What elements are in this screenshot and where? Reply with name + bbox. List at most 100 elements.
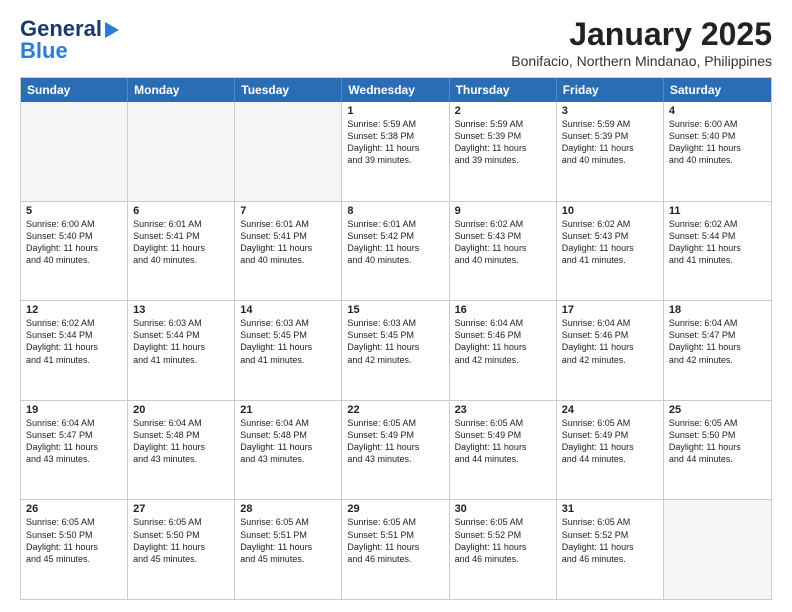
header: General Blue January 2025 Bonifacio, Nor… [20,16,772,69]
calendar-cell-18: 18Sunrise: 6:04 AM Sunset: 5:47 PM Dayli… [664,301,771,400]
day-number: 4 [669,105,766,117]
cell-info: Sunrise: 5:59 AM Sunset: 5:38 PM Dayligh… [347,118,443,167]
day-number: 9 [455,205,551,217]
calendar-cell-28: 28Sunrise: 6:05 AM Sunset: 5:51 PM Dayli… [235,500,342,599]
day-number: 3 [562,105,658,117]
day-number: 13 [133,304,229,316]
cell-info: Sunrise: 6:02 AM Sunset: 5:43 PM Dayligh… [562,218,658,267]
calendar-cell-30: 30Sunrise: 6:05 AM Sunset: 5:52 PM Dayli… [450,500,557,599]
day-number: 27 [133,503,229,515]
calendar-cell-22: 22Sunrise: 6:05 AM Sunset: 5:49 PM Dayli… [342,401,449,500]
calendar-cell-24: 24Sunrise: 6:05 AM Sunset: 5:49 PM Dayli… [557,401,664,500]
header-day-sunday: Sunday [21,78,128,102]
cell-info: Sunrise: 5:59 AM Sunset: 5:39 PM Dayligh… [562,118,658,167]
calendar-cell-10: 10Sunrise: 6:02 AM Sunset: 5:43 PM Dayli… [557,202,664,301]
calendar-cell-14: 14Sunrise: 6:03 AM Sunset: 5:45 PM Dayli… [235,301,342,400]
calendar-cell-11: 11Sunrise: 6:02 AM Sunset: 5:44 PM Dayli… [664,202,771,301]
calendar-body: 1Sunrise: 5:59 AM Sunset: 5:38 PM Daylig… [21,102,771,599]
calendar-cell-31: 31Sunrise: 6:05 AM Sunset: 5:52 PM Dayli… [557,500,664,599]
page: General Blue January 2025 Bonifacio, Nor… [0,0,792,612]
cell-info: Sunrise: 6:02 AM Sunset: 5:43 PM Dayligh… [455,218,551,267]
day-number: 14 [240,304,336,316]
calendar-cell-16: 16Sunrise: 6:04 AM Sunset: 5:46 PM Dayli… [450,301,557,400]
day-number: 31 [562,503,658,515]
cell-info: Sunrise: 6:05 AM Sunset: 5:49 PM Dayligh… [455,417,551,466]
logo-blue: Blue [20,38,68,64]
subtitle: Bonifacio, Northern Mindanao, Philippine… [511,53,772,69]
cell-info: Sunrise: 6:03 AM Sunset: 5:45 PM Dayligh… [240,317,336,366]
day-number: 19 [26,404,122,416]
cell-info: Sunrise: 6:04 AM Sunset: 5:46 PM Dayligh… [455,317,551,366]
title-block: January 2025 Bonifacio, Northern Mindana… [511,16,772,69]
day-number: 26 [26,503,122,515]
cell-info: Sunrise: 6:05 AM Sunset: 5:50 PM Dayligh… [26,516,122,565]
day-number: 28 [240,503,336,515]
calendar-cell-17: 17Sunrise: 6:04 AM Sunset: 5:46 PM Dayli… [557,301,664,400]
calendar-cell-19: 19Sunrise: 6:04 AM Sunset: 5:47 PM Dayli… [21,401,128,500]
calendar-cell-7: 7Sunrise: 6:01 AM Sunset: 5:41 PM Daylig… [235,202,342,301]
cell-info: Sunrise: 6:01 AM Sunset: 5:41 PM Dayligh… [240,218,336,267]
calendar-header: SundayMondayTuesdayWednesdayThursdayFrid… [21,78,771,102]
header-day-friday: Friday [557,78,664,102]
cell-info: Sunrise: 6:04 AM Sunset: 5:47 PM Dayligh… [669,317,766,366]
cell-info: Sunrise: 6:00 AM Sunset: 5:40 PM Dayligh… [669,118,766,167]
calendar: SundayMondayTuesdayWednesdayThursdayFrid… [20,77,772,600]
calendar-cell-27: 27Sunrise: 6:05 AM Sunset: 5:50 PM Dayli… [128,500,235,599]
calendar-cell-6: 6Sunrise: 6:01 AM Sunset: 5:41 PM Daylig… [128,202,235,301]
day-number: 18 [669,304,766,316]
day-number: 12 [26,304,122,316]
day-number: 25 [669,404,766,416]
calendar-cell-21: 21Sunrise: 6:04 AM Sunset: 5:48 PM Dayli… [235,401,342,500]
calendar-cell-29: 29Sunrise: 6:05 AM Sunset: 5:51 PM Dayli… [342,500,449,599]
calendar-week-1: 1Sunrise: 5:59 AM Sunset: 5:38 PM Daylig… [21,102,771,202]
cell-info: Sunrise: 6:02 AM Sunset: 5:44 PM Dayligh… [26,317,122,366]
cell-info: Sunrise: 6:05 AM Sunset: 5:51 PM Dayligh… [240,516,336,565]
day-number: 29 [347,503,443,515]
cell-info: Sunrise: 6:05 AM Sunset: 5:49 PM Dayligh… [347,417,443,466]
header-day-monday: Monday [128,78,235,102]
cell-info: Sunrise: 6:05 AM Sunset: 5:50 PM Dayligh… [133,516,229,565]
cell-info: Sunrise: 6:03 AM Sunset: 5:45 PM Dayligh… [347,317,443,366]
header-day-saturday: Saturday [664,78,771,102]
calendar-week-2: 5Sunrise: 6:00 AM Sunset: 5:40 PM Daylig… [21,202,771,302]
calendar-cell-20: 20Sunrise: 6:04 AM Sunset: 5:48 PM Dayli… [128,401,235,500]
day-number: 21 [240,404,336,416]
day-number: 22 [347,404,443,416]
calendar-cell-12: 12Sunrise: 6:02 AM Sunset: 5:44 PM Dayli… [21,301,128,400]
calendar-cell-4: 4Sunrise: 6:00 AM Sunset: 5:40 PM Daylig… [664,102,771,201]
cell-info: Sunrise: 6:05 AM Sunset: 5:52 PM Dayligh… [455,516,551,565]
calendar-cell-empty [21,102,128,201]
cell-info: Sunrise: 6:01 AM Sunset: 5:41 PM Dayligh… [133,218,229,267]
cell-info: Sunrise: 6:04 AM Sunset: 5:47 PM Dayligh… [26,417,122,466]
cell-info: Sunrise: 6:01 AM Sunset: 5:42 PM Dayligh… [347,218,443,267]
day-number: 8 [347,205,443,217]
cell-info: Sunrise: 6:03 AM Sunset: 5:44 PM Dayligh… [133,317,229,366]
day-number: 20 [133,404,229,416]
day-number: 11 [669,205,766,217]
day-number: 5 [26,205,122,217]
day-number: 10 [562,205,658,217]
header-day-wednesday: Wednesday [342,78,449,102]
calendar-cell-1: 1Sunrise: 5:59 AM Sunset: 5:38 PM Daylig… [342,102,449,201]
calendar-cell-13: 13Sunrise: 6:03 AM Sunset: 5:44 PM Dayli… [128,301,235,400]
calendar-cell-9: 9Sunrise: 6:02 AM Sunset: 5:43 PM Daylig… [450,202,557,301]
day-number: 6 [133,205,229,217]
logo: General Blue [20,16,119,64]
month-title: January 2025 [511,16,772,53]
calendar-week-3: 12Sunrise: 6:02 AM Sunset: 5:44 PM Dayli… [21,301,771,401]
cell-info: Sunrise: 6:05 AM Sunset: 5:50 PM Dayligh… [669,417,766,466]
cell-info: Sunrise: 6:05 AM Sunset: 5:49 PM Dayligh… [562,417,658,466]
day-number: 17 [562,304,658,316]
calendar-cell-15: 15Sunrise: 6:03 AM Sunset: 5:45 PM Dayli… [342,301,449,400]
cell-info: Sunrise: 6:02 AM Sunset: 5:44 PM Dayligh… [669,218,766,267]
day-number: 7 [240,205,336,217]
cell-info: Sunrise: 6:05 AM Sunset: 5:52 PM Dayligh… [562,516,658,565]
calendar-cell-25: 25Sunrise: 6:05 AM Sunset: 5:50 PM Dayli… [664,401,771,500]
day-number: 1 [347,105,443,117]
day-number: 30 [455,503,551,515]
calendar-cell-2: 2Sunrise: 5:59 AM Sunset: 5:39 PM Daylig… [450,102,557,201]
cell-info: Sunrise: 6:04 AM Sunset: 5:48 PM Dayligh… [240,417,336,466]
calendar-cell-empty [664,500,771,599]
calendar-week-4: 19Sunrise: 6:04 AM Sunset: 5:47 PM Dayli… [21,401,771,501]
calendar-cell-23: 23Sunrise: 6:05 AM Sunset: 5:49 PM Dayli… [450,401,557,500]
